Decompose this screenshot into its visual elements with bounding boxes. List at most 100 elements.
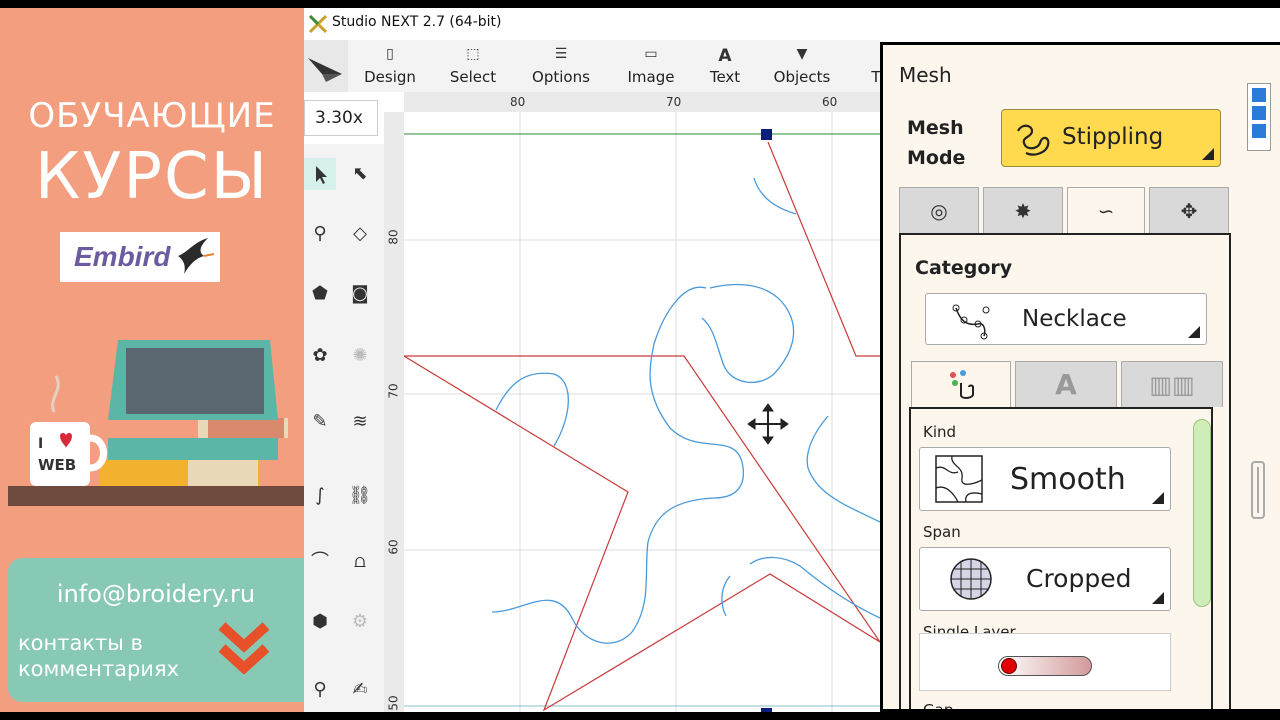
mesh-mode-dropdown[interactable]: Stippling [1001,109,1221,167]
category-value: Necklace [1022,306,1127,332]
touch-hand-icon [950,370,974,399]
pen-tool[interactable]: ✎ [304,406,336,438]
link-icon: ⛓ [348,485,372,506]
smooth-pattern-icon [935,455,983,503]
panel-side-splitter[interactable] [1251,461,1265,519]
send-button[interactable] [304,40,348,92]
double-chevron-down-icon [218,622,270,674]
horizontal-ruler: 80 70 60 [404,92,880,112]
pen-icon: ✎ [312,411,328,432]
toolbar-image-label: Image [627,68,675,86]
sun-icon: ✺ [352,345,368,366]
node-edit-tool[interactable]: ⬉ [344,158,376,190]
document-icon: ▯ [386,46,394,62]
camera-icon: ◙ [351,283,369,304]
shape-icon: ⬟ [312,283,328,304]
mug-text-web: WEB [38,456,76,474]
tab-star[interactable]: ✸ [983,187,1063,233]
mesh-mode-label: Mesh Mode [907,113,965,173]
mesh-mode-value: Stippling [1062,124,1164,150]
promo-headline-2: КУРСЫ [34,140,270,214]
tool-panel: ⬉ ⚲ ◇ ⬟ ◙ ✿ ✺ ✎ ≋ ∫ ⛓ ⌒ ⩍ ⬢ ⚙ ⚲ ✍ [304,144,384,712]
contacts-line-1: контакты в [18,631,143,655]
badge-tool[interactable]: ⬢ [304,606,336,638]
curve-tool[interactable]: ∫ [304,480,336,512]
mesh-mode-label-line2: Mode [907,147,966,169]
toolbar-design-label: Design [364,68,416,86]
search-tool[interactable]: ⚲ [304,674,336,706]
mesh-tabs: ◎ ✸ ∽ ✥ [899,187,1231,235]
tab-hand-style[interactable] [911,361,1011,407]
span-label: Span [923,523,961,541]
overlap-circles-icon: ◎ [930,199,948,223]
tab-text[interactable]: A [1015,361,1117,407]
toolbar-text-label: Text [709,68,741,86]
design-canvas[interactable] [404,112,880,712]
single-layer-toggle[interactable] [998,656,1092,676]
dome-tool[interactable]: ⩍ [344,546,376,578]
toolbar-image[interactable]: ▭ Image [622,40,680,92]
stippling-icon [1017,124,1050,156]
kind-label: Kind [923,423,957,441]
ruler-h-label: 80 [510,95,526,109]
dropdown-corner-icon [1202,148,1214,160]
tab-overlap[interactable]: ◎ [899,187,979,233]
objects-icon: ▼ [796,46,808,62]
panel-dock-strip[interactable] [1247,83,1271,151]
pattern-icon: ✿ [312,345,328,366]
contact-box: info@broidery.ru контакты в комментариях [8,558,304,702]
camera-tool[interactable]: ◙ [344,278,376,310]
zoom-level-box[interactable]: 3.30x [304,100,378,136]
main-toolbar: ▯ Design ⬚ Select ☰ Options ▭ Image A Te… [304,40,881,92]
toolbar-select[interactable]: ⬚ Select [444,40,502,92]
contacts-line-2: комментариях [18,657,180,681]
lasso-tool[interactable]: ◇ [344,218,376,250]
arch-icon: ⌒ [311,551,329,572]
toolbar-text[interactable]: A Text [700,40,750,92]
letter-a-icon: A [1055,368,1077,401]
kind-value: Smooth [1010,462,1126,497]
hummingbird-icon [178,238,214,274]
sun-tool[interactable]: ✺ [344,340,376,372]
grid-globe-icon [950,558,992,600]
tab-library[interactable]: ▥▥ [1121,361,1223,407]
toolbar-design[interactable]: ▯ Design [360,40,420,92]
tab-move[interactable]: ✥ [1149,187,1229,233]
settings-scrollbar[interactable] [1193,419,1211,607]
gear-tool[interactable]: ⚙ [344,606,376,638]
mesh-panel-title: Mesh [899,63,952,87]
app-icon [308,14,328,34]
design-drawing [404,112,880,712]
category-dropdown[interactable]: Necklace [925,293,1207,345]
zigzag-tool[interactable]: ≋ [344,406,376,438]
span-value: Cropped [1026,564,1132,593]
link-tool[interactable]: ⛓ [344,480,376,512]
toggle-knob [1001,658,1017,674]
vertical-ruler: 80 70 60 50 [384,112,404,712]
node-arrow-icon: ⬉ [352,163,368,184]
curve-icon: ∫ [315,485,325,506]
shape-tool[interactable]: ⬟ [304,278,336,310]
kind-dropdown[interactable]: Smooth [919,447,1171,511]
selection-handle-top[interactable] [761,129,772,140]
toolbar-options[interactable]: ☰ Options [526,40,596,92]
signature-tool[interactable]: ✍ [344,674,376,706]
arrow-cursor-icon [316,166,327,184]
pointer-tool[interactable] [304,158,336,190]
mesh-panel: Mesh Mesh Mode Stippling ◎ ✸ ∽ ✥ Categor… [880,42,1280,712]
arch-tool[interactable]: ⌒ [304,546,336,578]
stipple-squiggle-icon: ∽ [1097,199,1115,223]
title-bar: Studio NEXT 2.7 (64-bit) [304,8,1280,40]
toolbar-objects[interactable]: ▼ Objects [770,40,834,92]
selection-handle-bottom[interactable] [761,708,772,712]
ruler-v-label: 50 [386,695,401,711]
span-dropdown[interactable]: Cropped [919,547,1171,611]
magnifier-icon: ⚲ [313,223,327,244]
move-arrows-icon: ✥ [1180,199,1198,223]
fill-pattern-tool[interactable]: ✿ [304,340,336,372]
dropdown-corner-icon [1188,326,1200,338]
dock-square-icon [1252,106,1266,120]
tab-stippling[interactable]: ∽ [1067,187,1145,235]
magnifier-tool[interactable]: ⚲ [304,218,336,250]
star-outline [404,141,880,712]
